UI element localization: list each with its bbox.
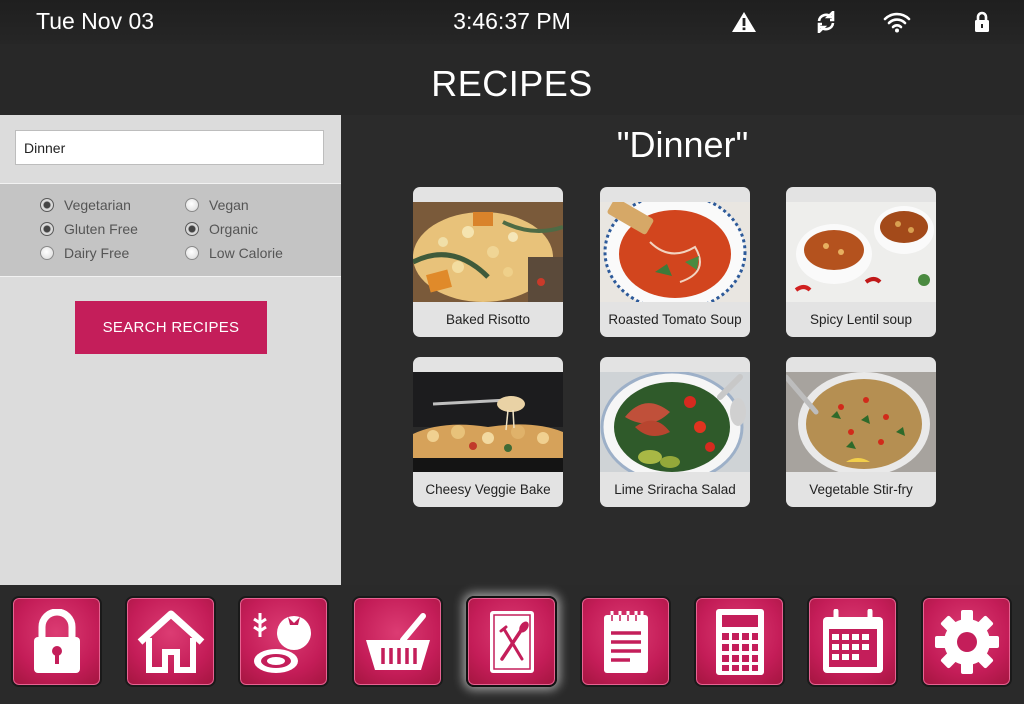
recipe-image (600, 202, 750, 302)
recipe-name: Cheesy Veggie Bake (425, 482, 551, 497)
recipe-card-vegetable-stir-fry[interactable]: Vegetable Stir-fry (786, 357, 936, 507)
basket-icon (365, 612, 430, 670)
bottom-dock (0, 585, 1024, 704)
status-bar: Tue Nov 03 3:46:37 PM (0, 0, 1024, 44)
filter-organic[interactable]: Organic (185, 221, 258, 237)
recipe-card-lime-sriracha-salad[interactable]: Lime Sriracha Salad (600, 357, 750, 507)
calculator-button[interactable] (694, 596, 785, 687)
results-title: "Dinner" (616, 124, 749, 165)
home-icon (137, 610, 204, 673)
recipe-name: Lime Sriracha Salad (614, 482, 736, 497)
recipe-image (413, 202, 563, 302)
recipe-image (600, 372, 750, 472)
recipe-card-roasted-tomato-soup[interactable]: Roasted Tomato Soup (600, 187, 750, 337)
radio-button[interactable] (185, 222, 199, 236)
radio-button[interactable] (185, 246, 199, 260)
groceries-button[interactable] (238, 596, 329, 687)
title-bar: RECIPES (0, 44, 1024, 115)
lock-icon[interactable] (968, 10, 996, 34)
radio-button[interactable] (185, 198, 199, 212)
settings-button[interactable] (921, 596, 1012, 687)
recipe-image (413, 372, 563, 472)
search-recipes-button[interactable]: SEARCH RECIPES (75, 301, 267, 354)
calendar-button[interactable] (807, 596, 898, 687)
recipe-image (786, 202, 936, 302)
recipe-card-cheesy-veggie-bake[interactable]: Cheesy Veggie Bake (413, 357, 563, 507)
home-button[interactable] (125, 596, 216, 687)
search-input[interactable] (15, 130, 324, 165)
filter-options: Vegetarian Vegan Gluten Free Organic Dai… (0, 183, 341, 277)
calendar-icon (822, 608, 883, 673)
filter-low-calorie[interactable]: Low Calorie (185, 245, 283, 261)
status-clock: 3:46:37 PM (453, 8, 571, 34)
calculator-icon (715, 608, 764, 675)
recipe-name: Baked Risotto (445, 312, 531, 327)
recipe-name: Vegetable Stir-fry (809, 482, 913, 497)
page-title: RECIPES (431, 63, 593, 104)
wifi-icon[interactable] (883, 10, 911, 34)
notepad-button[interactable] (580, 596, 671, 687)
filter-vegan[interactable]: Vegan (185, 197, 249, 213)
basket-button[interactable] (352, 596, 443, 687)
radio-button[interactable] (40, 222, 54, 236)
recipe-name: Spicy Lentil soup (809, 312, 913, 327)
recipe-image (786, 372, 936, 472)
filter-label: Gluten Free (64, 221, 138, 237)
filter-label: Organic (209, 221, 259, 237)
recipe-card-baked-risotto[interactable]: Baked Risotto (413, 187, 563, 337)
search-panel: Vegetarian Vegan Gluten Free Organic Dai… (0, 115, 341, 585)
filter-dairy-free[interactable]: Dairy Free (40, 245, 129, 261)
notepad-icon (603, 610, 648, 673)
filter-label: Vegan (209, 197, 249, 213)
radio-button[interactable] (40, 246, 54, 260)
radio-button[interactable] (40, 198, 54, 212)
filter-vegetarian[interactable]: Vegetarian (40, 197, 131, 213)
groceries-icon (252, 612, 311, 673)
sync-icon[interactable] (812, 10, 840, 34)
filter-label: Vegetarian (64, 197, 131, 213)
recipe-book-icon (489, 610, 534, 673)
filter-gluten-free[interactable]: Gluten Free (40, 221, 138, 237)
filter-label: Low Calorie (209, 245, 283, 261)
lock-icon (33, 608, 80, 673)
lock-button[interactable] (11, 596, 102, 687)
recipe-name: Roasted Tomato Soup (608, 312, 742, 327)
filter-label: Dairy Free (64, 245, 130, 261)
settings-gear-icon (934, 609, 999, 674)
warning-icon[interactable] (730, 10, 758, 34)
recipe-book-button[interactable] (466, 596, 557, 687)
recipe-card-spicy-lentil-soup[interactable]: Spicy Lentil soup (786, 187, 936, 337)
